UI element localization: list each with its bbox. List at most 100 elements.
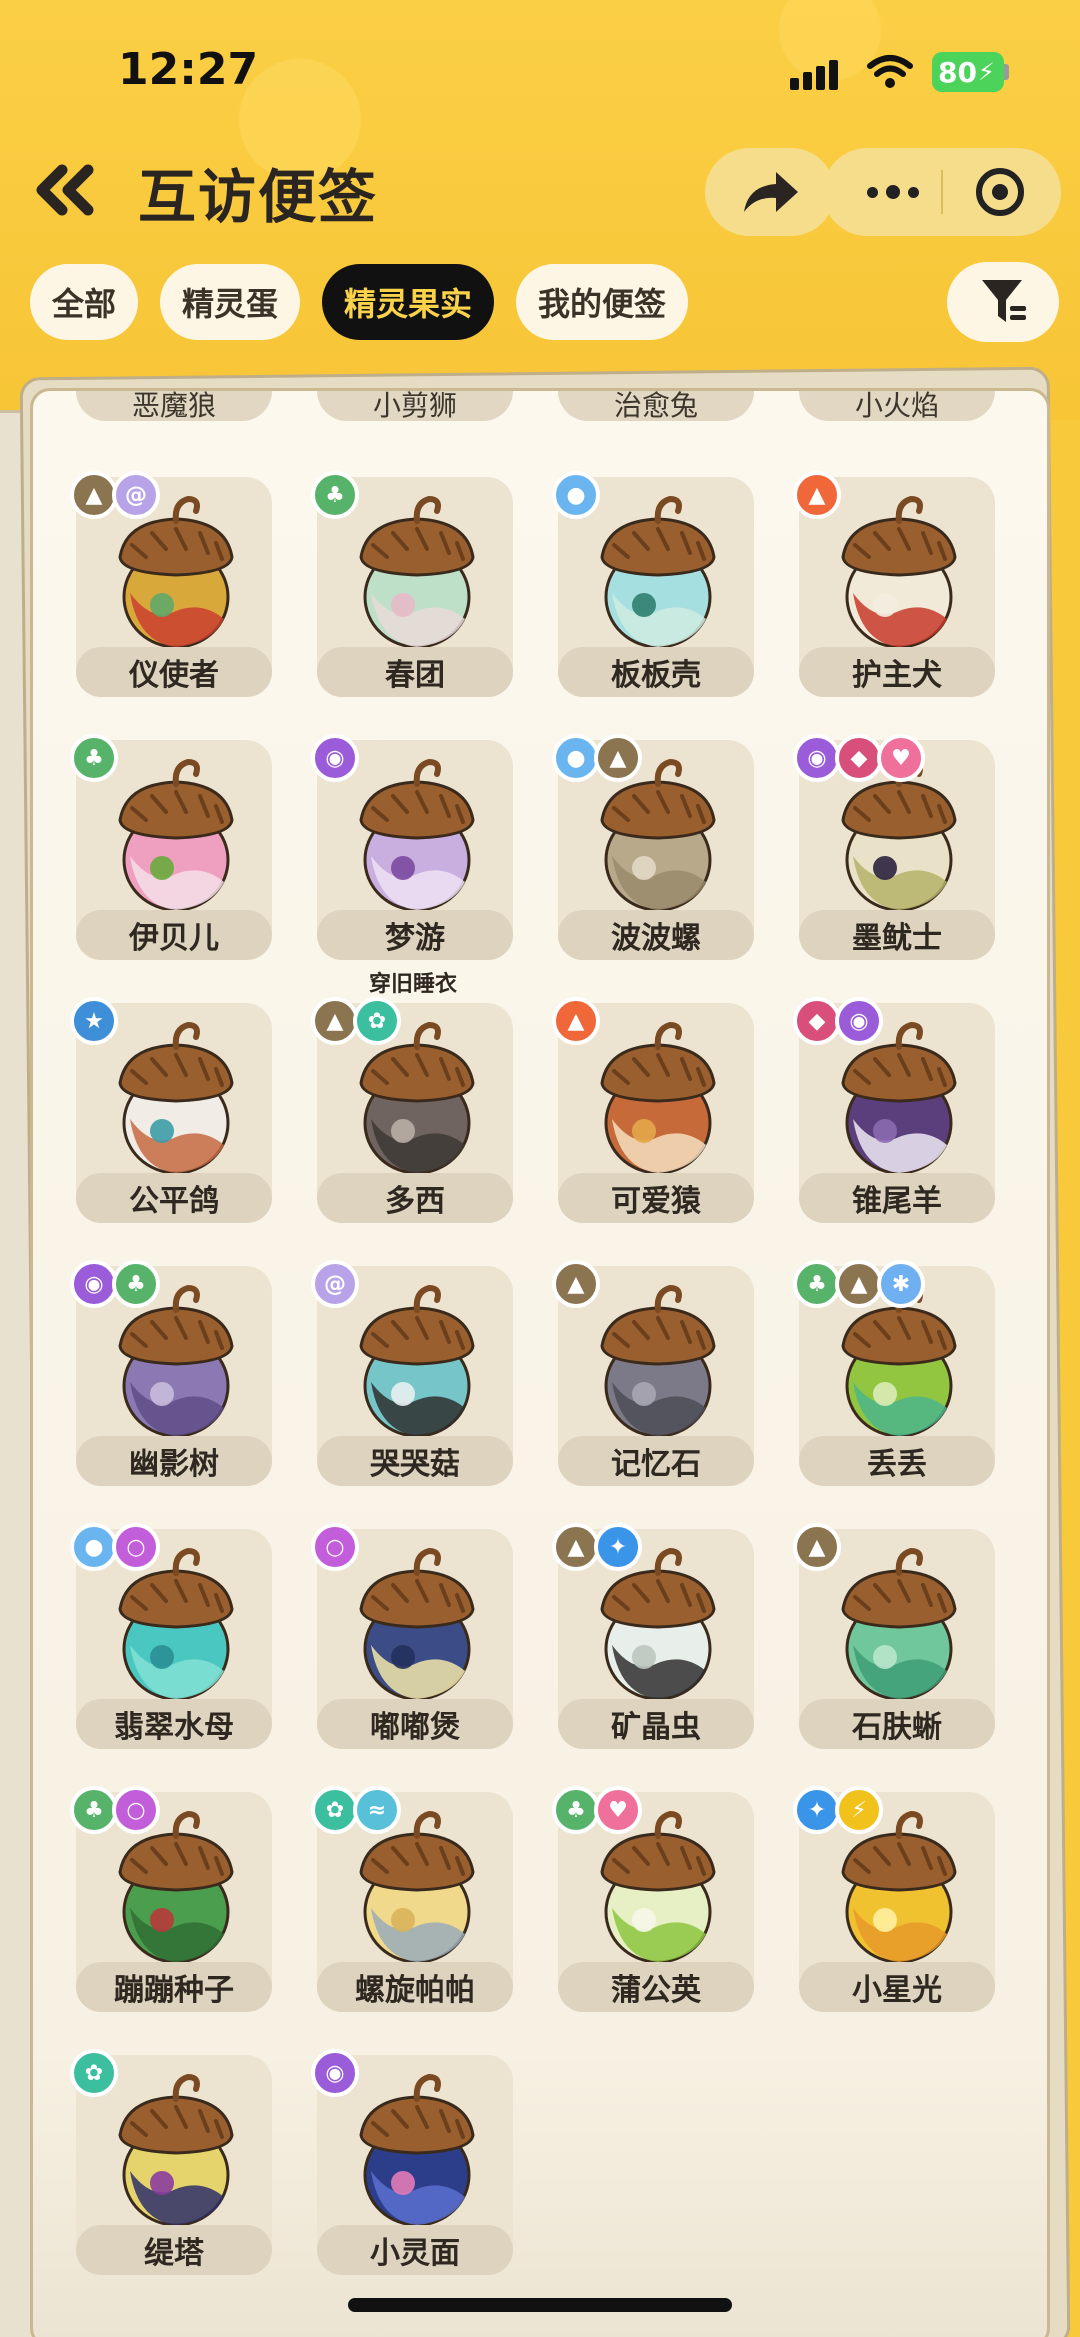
leaf-type-icon: ♣ [311,471,359,519]
fruit-name: 板板壳 [558,647,754,697]
partially-visible-row: 恶魔狼 小剪狮 治愈兔 小火焰 [33,391,1047,421]
fruit-card[interactable]: ○ 嘟嘟煲 [311,1523,513,1749]
mountain-type-icon: ▲ [311,997,359,1045]
fruit-card[interactable]: ▲ 石肤蜥 [793,1523,995,1749]
type-badges: ♣ ♥ [552,1786,642,1834]
fruit-card[interactable]: @ 哭哭菇 [311,1260,513,1486]
tab-all[interactable]: 全部 [30,264,139,340]
fruit-card[interactable]: ▲ ✦ 矿晶虫 [552,1523,754,1749]
fruit-card[interactable]: ♣ ▲ ✱ 丢丢 [793,1260,995,1486]
fruit-name: 翡翠水母 [76,1699,272,1749]
fruit-name: 记忆石 [558,1436,754,1486]
type-badges: ✿ ≈ [311,1786,401,1834]
crystal-type-icon: ✦ [793,1786,841,1834]
fruit-card[interactable]: ♣ 伊贝儿 [70,734,272,960]
capsule-divider [941,170,943,214]
ice-type-icon: ✱ [877,1260,925,1308]
partial-item-label: 小火焰 [799,391,995,421]
tab-spirit-fruit[interactable]: 精灵果实 [322,264,495,340]
type-badges: ◉ [311,2049,359,2097]
fruit-card[interactable]: ▲ @ 仪使者 [70,471,272,697]
fruit-name: 嘟嘟煲 [317,1699,513,1749]
type-badges: ○ [311,1523,359,1571]
status-time: 12:27 [118,44,259,95]
ghost-type-icon: ◉ [311,734,359,782]
fruit-card[interactable]: ✦ ⚡ 小星光 [793,1786,995,2012]
fruit-name: 公平鸽 [76,1173,272,1223]
acorn-fruit-icon [359,495,475,649]
fruit-name: 缇塔 [76,2225,272,2275]
fruit-name: 波波螺 [558,910,754,960]
fruit-card[interactable]: ◉ ◆ ♥ 墨鱿士 [793,734,995,960]
fruit-card[interactable]: ◉ 小灵面 [311,2049,513,2275]
fruit-name: 蹦蹦种子 [76,1962,272,2012]
leaf-type-icon: ♣ [793,1260,841,1308]
ghost-type-icon: ◉ [70,1260,118,1308]
swirl-type-icon: @ [311,1260,359,1308]
miniapp-capsule [823,148,1061,236]
fruit-card[interactable]: ♣ ○ 蹦蹦种子 [70,1786,272,2012]
ghost-type-icon: ◉ [311,2049,359,2097]
status-bar: 12:27 80 ⚡ [0,0,1080,130]
bubble-type-icon: ○ [311,1523,359,1571]
type-badges: ▲ [793,1523,841,1571]
fruit-name: 墨鱿士 [799,910,995,960]
fruit-name: 多西 [317,1173,513,1223]
filter-button[interactable] [947,262,1059,342]
fruit-card[interactable]: ▲ ✿ 多西 [311,997,513,1223]
type-badges: ▲ [793,471,841,519]
swirl-type-icon: @ [112,471,160,519]
fruit-name: 锥尾羊 [799,1173,995,1223]
item-caption: 穿旧睡衣 [369,972,458,997]
type-badges: ▲ [552,997,600,1045]
back-button[interactable] [28,160,100,220]
close-miniapp-icon[interactable] [976,168,1024,216]
fruit-card[interactable]: ★ 公平鸽 [70,997,272,1223]
type-badges: ♣ ▲ ✱ [793,1260,925,1308]
tab-my-notes[interactable]: 我的便签 [516,264,689,340]
fruit-card[interactable]: ◉ ♣ 幽影树 [70,1260,272,1486]
mountain-type-icon: ▲ [793,1523,841,1571]
fruit-card[interactable]: ● 板板壳 [552,471,754,697]
type-badges: ● ○ [70,1523,160,1571]
gear-type-icon: ✿ [70,2049,118,2097]
category-tabs: 全部 精灵蛋 精灵果实 我的便签 [30,264,689,340]
type-badges: ▲ @ [70,471,160,519]
mountain-type-icon: ▲ [552,1260,600,1308]
type-badges: ★ [70,997,118,1045]
fruit-card[interactable]: ▲ 记忆石 [552,1260,754,1486]
acorn-fruit-icon [841,1547,957,1701]
bubble-type-icon: ○ [112,1786,160,1834]
share-button[interactable] [705,148,835,236]
leaf-type-icon: ♣ [112,1260,160,1308]
fruit-card[interactable]: ● ○ 翡翠水母 [70,1523,272,1749]
fruit-card[interactable]: ♣ ♥ 蒲公英 [552,1786,754,2012]
more-options-icon[interactable] [858,174,928,210]
type-badges: ✿ [70,2049,118,2097]
acorn-fruit-icon [359,2073,475,2227]
mountain-type-icon: ▲ [552,1523,600,1571]
acorn-fruit-icon [118,1021,234,1175]
type-badges: ● ▲ [552,734,642,782]
type-badges: ▲ ✿ [311,997,401,1045]
fruit-card[interactable]: ◆ ◉ 锥尾羊 [793,997,995,1223]
fruit-card[interactable]: ♣ 春团 [311,471,513,697]
fruit-card[interactable]: ▲ 可爱猿 [552,997,754,1223]
fruit-card[interactable]: ▲ 护主犬 [793,471,995,697]
fruit-name: 护主犬 [799,647,995,697]
acorn-fruit-icon [118,758,234,912]
bolt-type-icon: ⚡ [835,1786,883,1834]
filter-funnel-icon [982,280,1026,322]
fruit-card[interactable]: ◉ 梦游 [311,734,513,960]
battery-indicator: 80 ⚡ [932,52,1004,92]
fruit-card[interactable]: ✿ ≈ 螺旋帕帕 [311,1786,513,2012]
acorn-fruit-icon [600,1284,716,1438]
fruit-card[interactable]: ✿ 缇塔 [70,2049,272,2275]
acorn-fruit-icon [600,495,716,649]
water-type-icon: ● [552,734,600,782]
type-badges: ◉ [311,734,359,782]
mountain-type-icon: ▲ [594,734,642,782]
tab-spirit-egg[interactable]: 精灵蛋 [160,264,301,340]
fruit-card[interactable]: ● ▲ 波波螺 [552,734,754,960]
ghost-type-icon: ◉ [793,734,841,782]
